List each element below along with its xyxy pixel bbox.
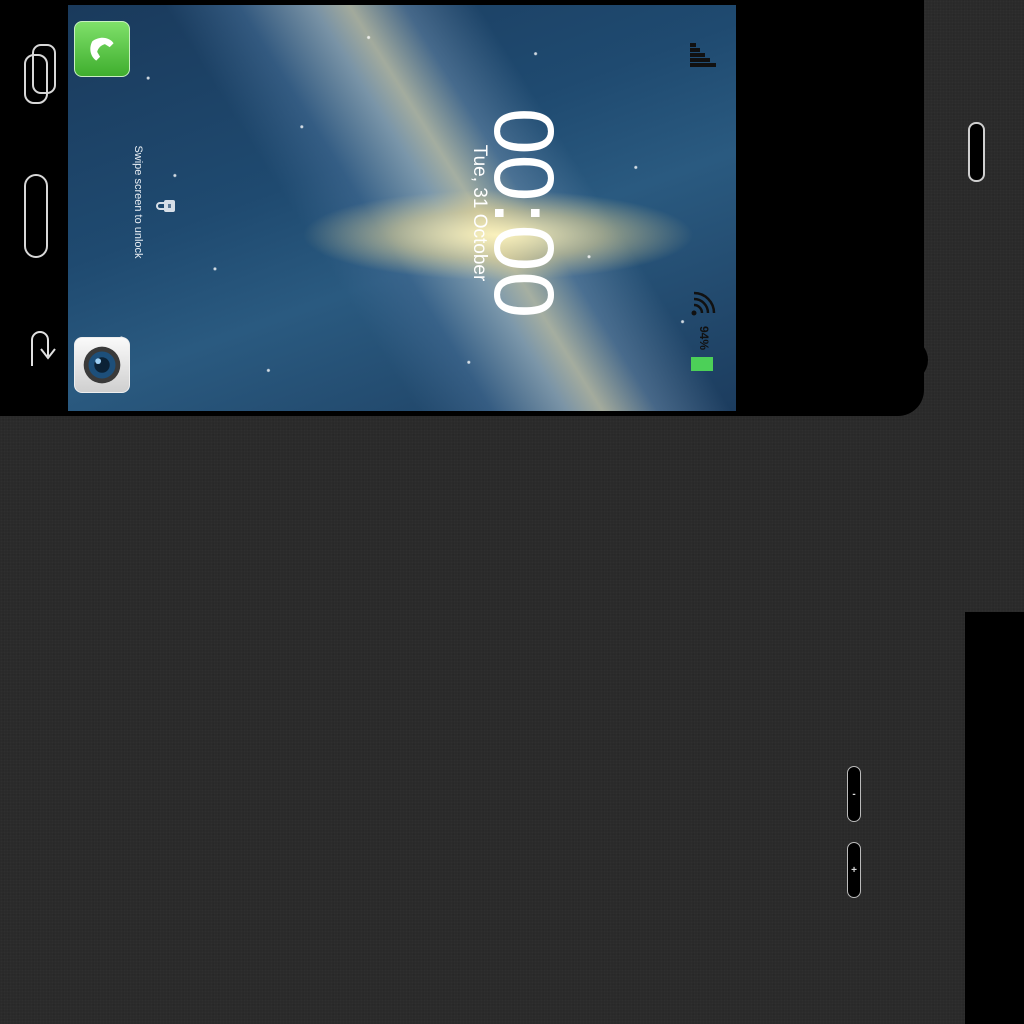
camera-shortcut[interactable] [74,337,130,393]
lock-clock: 00:00 [477,107,571,319]
back-icon[interactable] [22,322,56,374]
camera-lens-icon [83,346,121,384]
lock-screen[interactable]: Swipe screen to unlock 00:00 Tue, 31 Oct… [68,5,736,411]
phone-handset-icon [90,37,114,61]
lock-icon [156,200,175,212]
volume-down-button[interactable]: - [847,766,861,822]
lock-date: Tue, 31 October [469,144,490,282]
phone-corner [880,338,928,382]
phone-shortcut[interactable] [74,21,130,77]
battery-icon [691,357,713,371]
home-button[interactable] [24,174,48,258]
signal-strength-icon [690,43,716,67]
device-edge [965,612,1024,1024]
volume-up-button[interactable]: + [847,842,861,898]
desk-background: - + Swipe screen to unlock 00:00 Tue, 31… [0,0,1024,1024]
wifi-icon [691,291,716,316]
battery-percentage: 94% [697,325,711,351]
unlock-hint: Swipe screen to unlock [132,145,144,259]
power-button[interactable] [968,122,985,182]
recent-apps-button-back-layer [32,44,56,94]
